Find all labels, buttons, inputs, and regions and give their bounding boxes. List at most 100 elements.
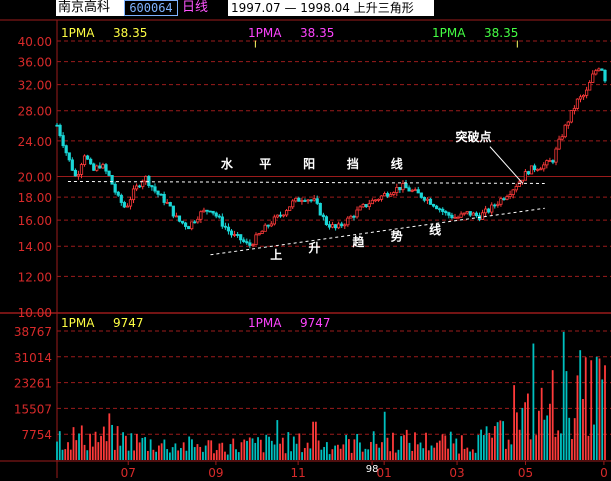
volume-bar [124, 435, 127, 460]
candle-body [162, 193, 166, 203]
candle-body [73, 169, 77, 177]
volume-bar [111, 424, 113, 460]
candle-body [220, 216, 224, 227]
candle-body [122, 202, 126, 208]
volume-ma-label: 1PMA [61, 316, 95, 330]
volume-bar [67, 442, 69, 460]
candle-body [395, 187, 399, 193]
candle-body [465, 211, 469, 214]
volume-bar [502, 421, 505, 460]
volume-bar [359, 442, 361, 460]
volume-bar [180, 448, 182, 460]
volume-bar [202, 451, 204, 460]
candle-body [297, 197, 301, 202]
volume-bar [196, 444, 199, 460]
candle-body [407, 187, 411, 192]
candle-body [180, 220, 185, 224]
candle-body [600, 68, 604, 71]
x-tick-label: 0 [600, 466, 608, 480]
volume-bar [270, 440, 273, 460]
volume-bar [408, 442, 411, 460]
volume-ma-value: 9747 [113, 316, 144, 330]
volume-bar [551, 370, 554, 460]
volume-bar [75, 440, 78, 460]
candle-body [333, 224, 338, 229]
volume-bar [163, 439, 166, 460]
volume-bar [493, 426, 496, 460]
volume-bar [568, 417, 571, 460]
volume-bar [284, 453, 287, 460]
volume-bar [510, 444, 513, 460]
candle-body [110, 175, 114, 185]
volume-bar [273, 444, 276, 460]
resistance-line [67, 180, 545, 184]
candle-body [79, 164, 84, 175]
candle-body [566, 121, 570, 126]
volume-bar [361, 451, 364, 460]
volume-bar [540, 387, 543, 460]
volume-bar [78, 433, 80, 460]
candle-body [64, 145, 68, 154]
candle-body [183, 222, 188, 227]
candle-body [285, 210, 289, 216]
candle-body [330, 224, 335, 228]
volume-bar [488, 432, 491, 460]
candle-body [542, 164, 546, 170]
candle-body [327, 224, 332, 228]
stock-chart[interactable]: 40.00 36.00 32.00 28.00 24.00 20.00 18.00 16.00… [0, 0, 611, 481]
volume-bar [416, 444, 419, 460]
candle-body [456, 216, 460, 219]
volume-bar [571, 439, 573, 460]
volume-bar [207, 440, 210, 460]
volume-bar [248, 437, 251, 460]
volume-bar [513, 385, 516, 460]
candle-body [150, 185, 154, 188]
price-ma-value: 38.35 [300, 26, 334, 40]
volume-bar [582, 399, 584, 460]
volume-bar [218, 443, 221, 460]
volume-bar [356, 433, 359, 460]
volume-bar [188, 436, 191, 460]
volume-ma-label: 1PMA [248, 316, 282, 330]
volume-bar [485, 426, 488, 460]
candle-body [468, 211, 472, 216]
candle-body [438, 208, 442, 211]
volume-bar [314, 421, 317, 460]
volume-bar [576, 375, 579, 460]
volume-bar [320, 449, 323, 460]
volume-tick-label: 7754 [21, 428, 52, 442]
volume-bar [185, 450, 188, 460]
candle-body [260, 230, 264, 234]
candle-body [107, 170, 111, 176]
candle-body [382, 193, 387, 197]
volume-bar [565, 371, 568, 460]
volume-tick-label: 15507 [14, 402, 52, 416]
candle-body [554, 148, 558, 163]
pattern-annotation: 水 [221, 156, 234, 171]
x-tick-label: 07 [121, 466, 136, 480]
candle-body [441, 208, 445, 212]
volume-bar [113, 449, 116, 460]
candle-body [508, 194, 512, 198]
candle-body [266, 224, 270, 227]
candle-body [156, 190, 160, 195]
volume-bar [58, 431, 61, 460]
candle-body [128, 199, 133, 207]
candle-body [214, 212, 218, 217]
volume-bar [72, 427, 75, 460]
volume-bar [243, 439, 246, 460]
volume-bar [375, 443, 378, 460]
pattern-annotation: 线 [429, 222, 441, 237]
volume-bar [394, 452, 397, 460]
volume-bar [491, 437, 493, 460]
volume-bar [422, 448, 425, 460]
volume-bar [135, 433, 138, 460]
volume-bar [215, 450, 218, 460]
candle-body [171, 205, 175, 217]
candle-body [563, 124, 567, 138]
candle-body [364, 204, 368, 208]
price-ma-value: 38.35 [113, 26, 147, 40]
candle-body [389, 194, 393, 197]
candle-body [309, 199, 313, 202]
volume-bar [127, 450, 130, 460]
